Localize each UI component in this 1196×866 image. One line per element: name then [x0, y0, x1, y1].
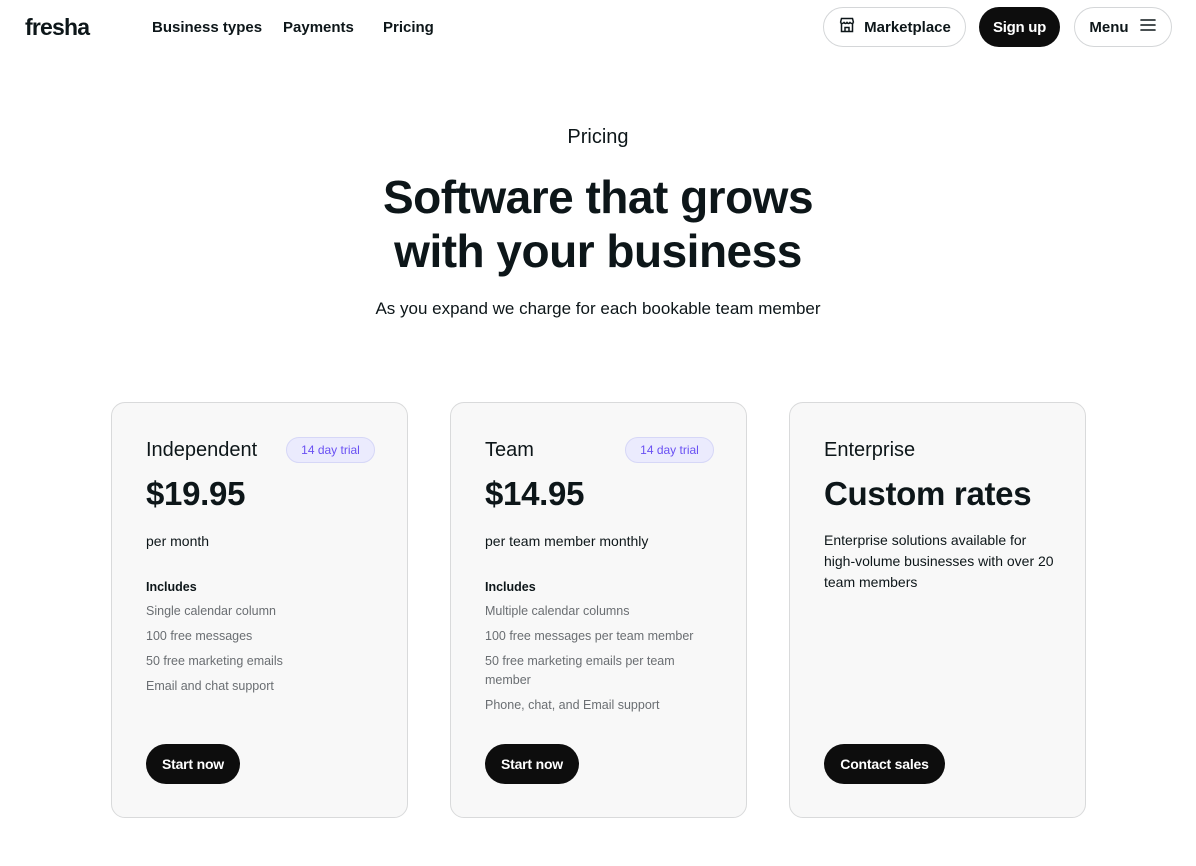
- trial-badge: 14 day trial: [625, 437, 714, 463]
- includes-heading: Includes: [485, 580, 536, 594]
- plan-card-team: Team 14 day trial $14.95 per team member…: [450, 402, 747, 818]
- pricing-eyebrow: Pricing: [567, 126, 629, 148]
- feature-item: Multiple calendar columns: [485, 604, 630, 618]
- plan-period: per team member monthly: [485, 533, 649, 549]
- includes-heading: Includes: [146, 580, 197, 594]
- feature-item: Phone, chat, and Email support: [485, 698, 660, 712]
- plan-description: Enterprise solutions available for high-…: [824, 532, 1054, 590]
- feature-list: Multiple calendar columns 100 free messa…: [485, 602, 715, 721]
- feature-item: 100 free messages: [146, 629, 253, 643]
- feature-item: 100 free messages per team member: [485, 629, 694, 643]
- storefront-icon: [838, 16, 856, 38]
- plan-price: Custom rates: [824, 475, 1032, 512]
- start-now-button[interactable]: Start now: [146, 744, 240, 784]
- feature-item: Email and chat support: [146, 679, 274, 693]
- marketplace-label: Marketplace: [864, 18, 951, 36]
- plan-price: $19.95: [146, 475, 246, 512]
- site-header: fresha Business types Payments Pricing M…: [0, 0, 1196, 56]
- feature-item: Single calendar column: [146, 604, 276, 618]
- feature-item: 50 free marketing emails per team member: [485, 654, 675, 687]
- plan-price: $14.95: [485, 475, 585, 512]
- menu-label: Menu: [1089, 18, 1129, 36]
- marketplace-button[interactable]: Marketplace: [823, 7, 966, 47]
- headline-line-2: with your business: [394, 225, 802, 277]
- plan-name: Enterprise: [824, 439, 916, 461]
- start-now-button[interactable]: Start now: [485, 744, 579, 784]
- page-subheading: As you expand we charge for each bookabl…: [375, 299, 821, 318]
- menu-button[interactable]: Menu: [1074, 7, 1172, 47]
- plan-name: Team: [485, 439, 534, 461]
- headline-line-1: Software that grows: [382, 171, 814, 223]
- feature-item: 50 free marketing emails: [146, 654, 283, 668]
- contact-sales-button[interactable]: Contact sales: [824, 744, 945, 784]
- hamburger-menu-icon: [1139, 18, 1157, 36]
- trial-badge: 14 day trial: [286, 437, 375, 463]
- plan-card-enterprise: Enterprise Custom rates Enterprise solut…: [789, 402, 1086, 818]
- plan-card-independent: Independent 14 day trial $19.95 per mont…: [111, 402, 408, 818]
- feature-list: Single calendar column 100 free messages…: [146, 602, 376, 702]
- nav-business-types[interactable]: Business types: [152, 19, 262, 36]
- nav-pricing[interactable]: Pricing: [383, 19, 434, 36]
- fresha-logo[interactable]: fresha: [25, 14, 90, 41]
- sign-up-button[interactable]: Sign up: [979, 7, 1060, 47]
- nav-payments[interactable]: Payments: [283, 19, 354, 36]
- page-headline: Software that grows with your business: [348, 170, 848, 278]
- plan-period: per month: [146, 533, 210, 549]
- plan-name: Independent: [146, 439, 258, 461]
